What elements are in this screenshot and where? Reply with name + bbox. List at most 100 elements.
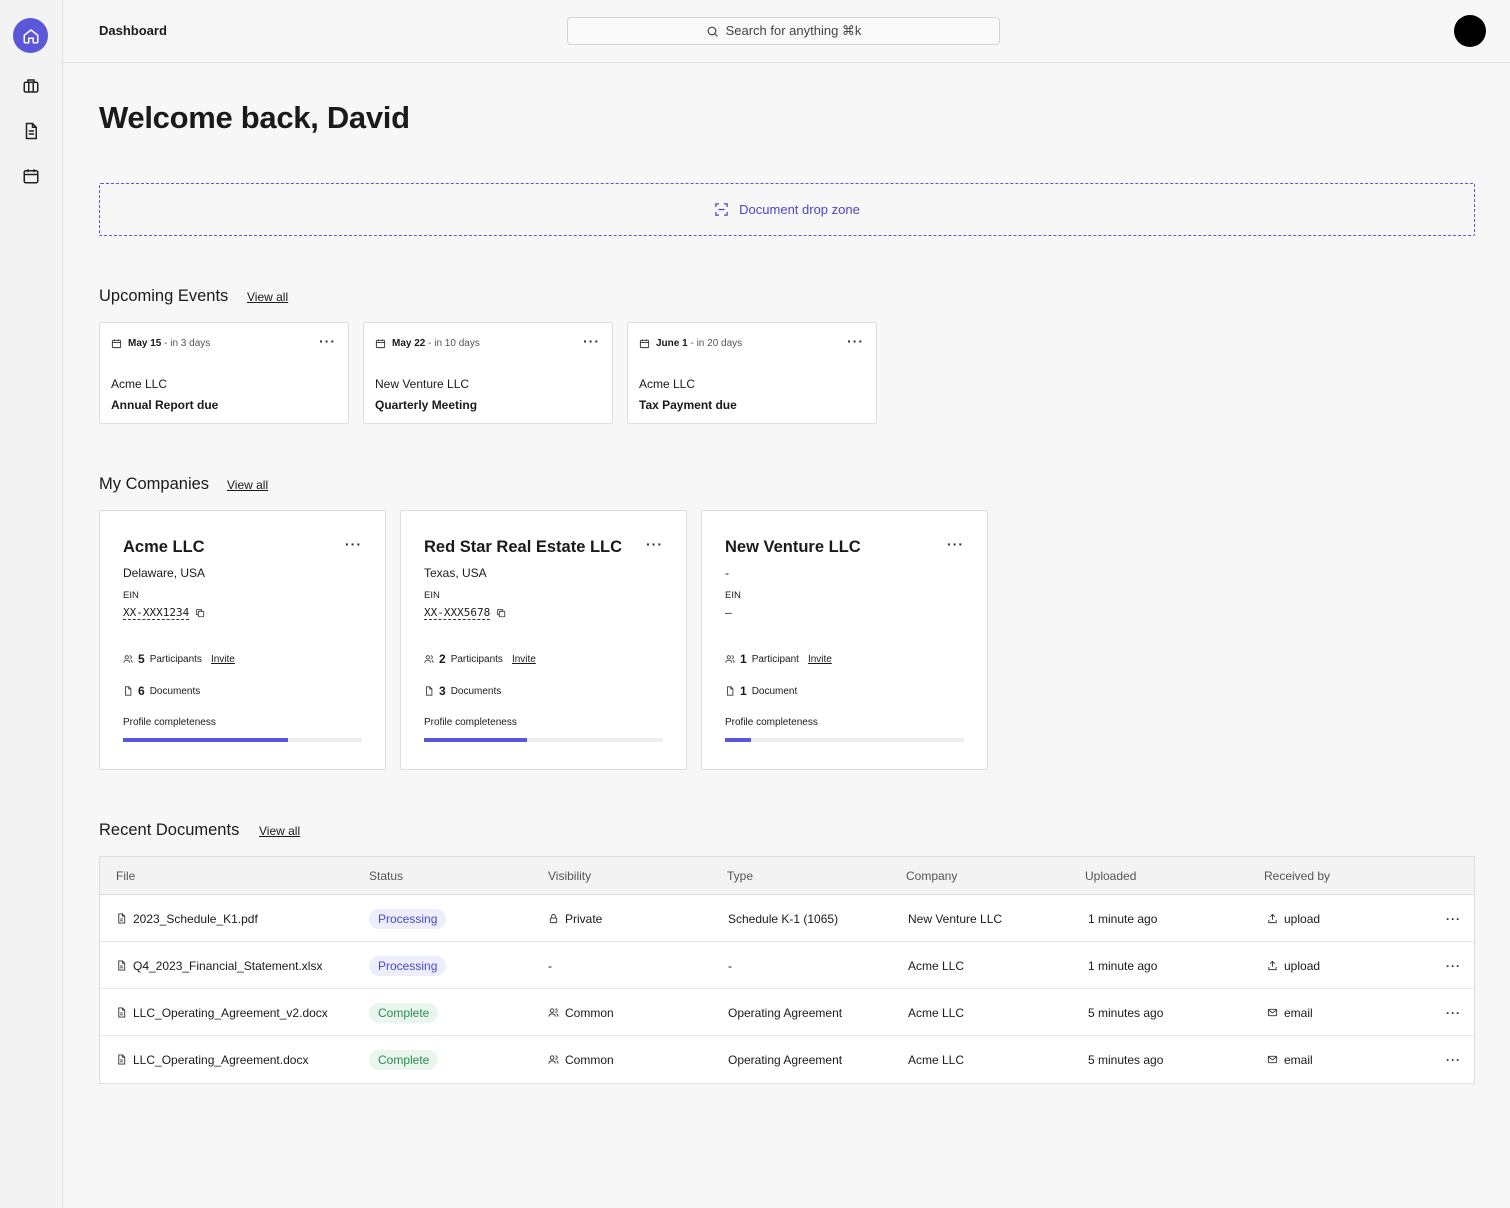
upload-icon — [1267, 913, 1278, 924]
event-date: May 22 - in 10 days — [375, 338, 480, 349]
event-menu-button[interactable]: ··· — [847, 333, 864, 349]
company-name: New Venture LLC — [725, 538, 861, 556]
nav-documents[interactable] — [13, 113, 48, 148]
received-by-text: email — [1284, 1052, 1313, 1067]
file-name[interactable]: 2023_Schedule_K1.pdf — [133, 912, 258, 926]
copy-icon[interactable] — [496, 608, 506, 618]
row-menu-button[interactable]: ··· — [1446, 1036, 1461, 1083]
documents-label: Documents — [450, 685, 502, 697]
event-menu-button[interactable]: ··· — [583, 333, 600, 349]
companies-view-all-link[interactable]: View all — [227, 478, 268, 492]
mail-icon — [1267, 1007, 1278, 1018]
profile-completeness-bar — [123, 738, 362, 742]
file-name[interactable]: LLC_Operating_Agreement_v2.docx — [133, 1006, 328, 1020]
company-location: Delaware, USA — [123, 566, 206, 580]
table-row[interactable]: LLC_Operating_Agreement.docx Complete Comm… — [100, 1036, 1474, 1083]
company-menu-button[interactable]: ··· — [947, 536, 964, 552]
sidebar — [0, 0, 63, 1208]
participants-label: Participant — [751, 653, 799, 665]
type-cell: Schedule K-1 (1065) — [728, 911, 839, 926]
avatar[interactable] — [1454, 15, 1486, 47]
nav-home[interactable] — [13, 18, 48, 53]
nav-calendar[interactable] — [13, 158, 48, 193]
participants-row: 1 Participant Invite — [725, 652, 832, 666]
table-row[interactable]: 2023_Schedule_K1.pdf Processing Private Sch… — [100, 895, 1474, 942]
status-cell: Complete — [369, 1036, 439, 1083]
column-header-status: Status — [369, 869, 404, 883]
event-date: May 15 - in 3 days — [111, 338, 210, 349]
participants-row: 2 Participants Invite — [424, 652, 536, 666]
company-card[interactable]: Red Star Real Estate LLC ··· Texas, USA EIN… — [400, 510, 687, 770]
ein-value: – — [725, 606, 732, 619]
received-by-text: upload — [1284, 911, 1321, 926]
documents-row: 3 Documents — [424, 684, 501, 698]
profile-completeness-label: Profile completeness — [725, 717, 818, 728]
event-menu-button[interactable]: ··· — [319, 333, 336, 349]
company-card[interactable]: Acme LLC ··· Delaware, USA EIN XX-XXX1234 5 Pa… — [99, 510, 386, 770]
ein-text: XX-XXX5678 — [424, 606, 491, 620]
visibility-cell: - — [548, 942, 552, 989]
profile-completeness-fill — [123, 738, 288, 742]
row-menu-button[interactable]: ··· — [1446, 989, 1461, 1036]
nav-companies[interactable] — [13, 68, 48, 103]
status-badge: Processing — [369, 955, 447, 976]
document-drop-zone[interactable]: Document drop zone — [99, 183, 1475, 236]
company-card[interactable]: New Venture LLC ··· - EIN – 1 Participant Invit… — [701, 510, 988, 770]
event-card[interactable]: June 1 - in 20 days ··· Acme LLC Tax Pay… — [627, 322, 877, 424]
company-menu-button[interactable]: ··· — [646, 536, 663, 552]
file-name[interactable]: LLC_Operating_Agreement.docx — [133, 1053, 308, 1067]
search-input[interactable]: Search for anything ⌘k — [567, 17, 1000, 45]
event-title: Quarterly Meeting — [375, 398, 478, 412]
calendar-icon — [111, 339, 122, 349]
company-cell: Acme LLC — [908, 1005, 965, 1020]
drop-zone-label: Document drop zone — [739, 202, 860, 217]
calendar-icon — [23, 168, 38, 183]
received-by-text: upload — [1284, 958, 1321, 973]
participants-icon — [725, 654, 735, 664]
company-location: - — [725, 566, 729, 580]
invite-link[interactable]: Invite — [808, 654, 832, 665]
invite-link[interactable]: Invite — [211, 654, 235, 665]
event-card[interactable]: May 15 - in 3 days ··· Acme LLC Annual R… — [99, 322, 349, 424]
event-company: Acme LLC — [111, 377, 168, 391]
status-badge: Processing — [369, 908, 447, 929]
ein-value: XX-XXX5678 — [424, 606, 506, 620]
search-icon — [707, 26, 718, 37]
copy-icon[interactable] — [195, 608, 205, 618]
row-menu-button[interactable]: ··· — [1446, 895, 1461, 942]
status-cell: Processing — [369, 895, 447, 942]
row-menu-button[interactable]: ··· — [1446, 942, 1461, 989]
file-cell: LLC_Operating_Agreement_v2.docx — [116, 989, 328, 1036]
received-by-cell: email — [1267, 1036, 1313, 1083]
documents-view-all-link[interactable]: View all — [259, 824, 300, 838]
companies-section-title: My Companies — [99, 475, 210, 493]
documents-count: 1 — [740, 684, 747, 698]
documents-label: Document — [751, 685, 798, 697]
type-cell: - — [728, 958, 732, 973]
company-menu-button[interactable]: ··· — [345, 536, 362, 552]
documents-count: 3 — [439, 684, 446, 698]
table-row[interactable]: Q4_2023_Financial_Statement.xlsx Processi… — [100, 942, 1474, 989]
documents-row: 6 Documents — [123, 684, 200, 698]
received-by-cell: upload — [1267, 942, 1320, 989]
company-location: Texas, USA — [424, 566, 487, 580]
received-by-cell: email — [1267, 989, 1313, 1036]
invite-link[interactable]: Invite — [512, 654, 536, 665]
event-card[interactable]: May 22 - in 10 days ··· New Venture LLC … — [363, 322, 613, 424]
uploaded-cell: 1 minute ago — [1088, 958, 1158, 973]
documents-section-title: Recent Documents — [99, 821, 240, 839]
documents-label: Documents — [149, 685, 201, 697]
file-cell: Q4_2023_Financial_Statement.xlsx — [116, 942, 322, 989]
file-icon — [116, 1007, 127, 1018]
received-by-text: email — [1284, 1005, 1313, 1020]
uploaded-cell: 5 minutes ago — [1088, 1005, 1164, 1020]
events-view-all-link[interactable]: View all — [247, 290, 288, 304]
uploaded-cell: 1 minute ago — [1088, 911, 1158, 926]
visibility-text: - — [548, 958, 552, 973]
profile-completeness-label: Profile completeness — [424, 717, 517, 728]
column-header-file: File — [116, 869, 136, 883]
visibility-text: Private — [565, 911, 603, 926]
table-row[interactable]: LLC_Operating_Agreement_v2.docx Complete C… — [100, 989, 1474, 1036]
file-name[interactable]: Q4_2023_Financial_Statement.xlsx — [133, 959, 322, 973]
event-company: Acme LLC — [639, 377, 696, 391]
